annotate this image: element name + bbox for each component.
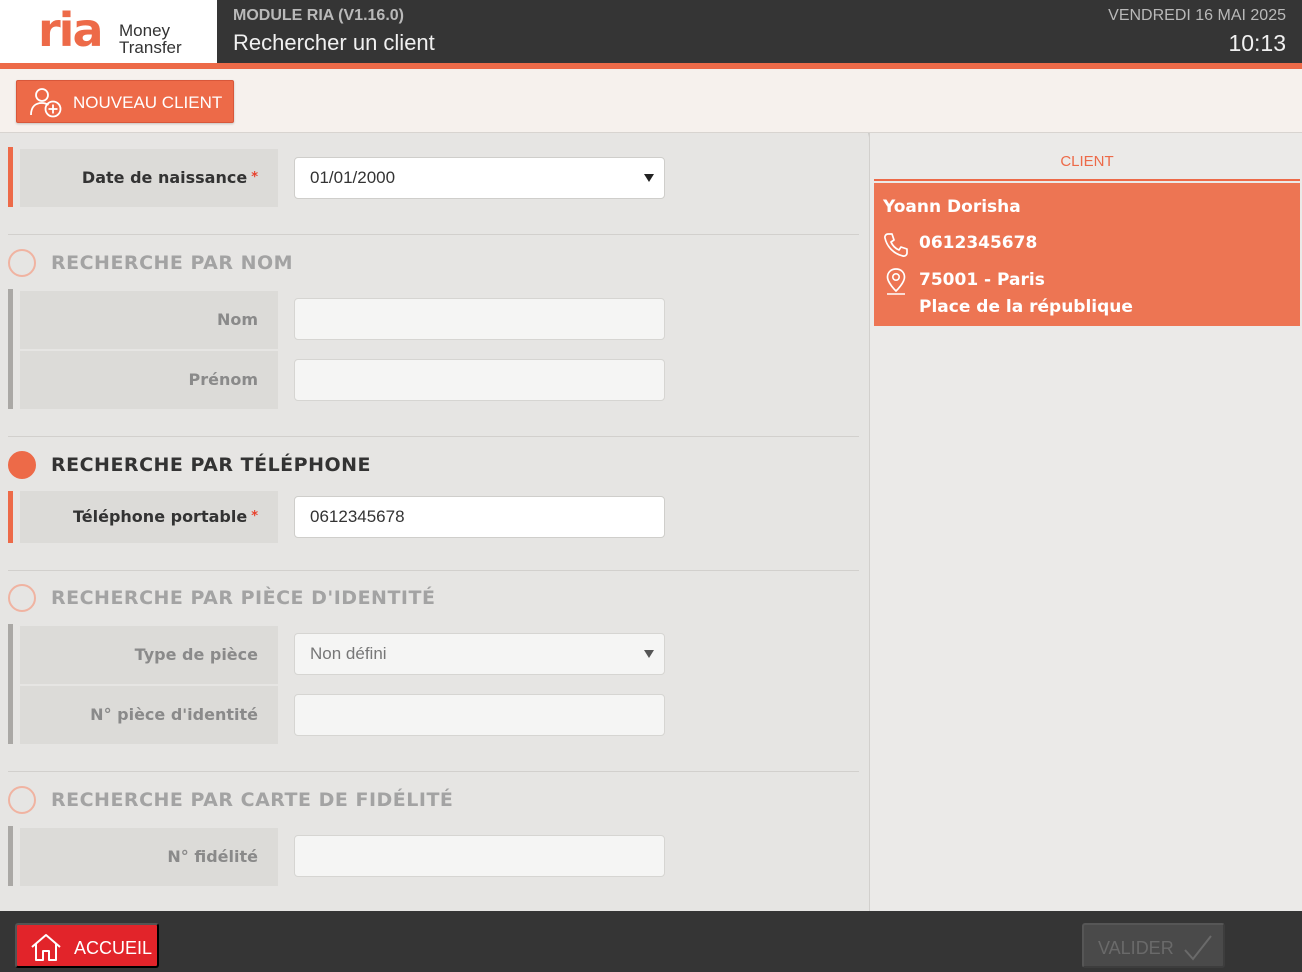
client-phone: 0612345678 xyxy=(919,233,1038,253)
id-number-label: N° pièce d'identité xyxy=(20,686,278,744)
required-marker: * xyxy=(251,509,258,524)
required-row-indicator xyxy=(8,147,13,207)
new-client-button[interactable]: NOUVEAU CLIENT xyxy=(16,80,234,123)
row-indicator xyxy=(8,289,13,409)
row-indicator xyxy=(8,624,13,744)
client-city: 75001 - Paris xyxy=(919,270,1045,290)
mobile-phone-label: Téléphone portable * xyxy=(20,491,278,543)
home-button[interactable]: ACCUEIL xyxy=(15,923,159,968)
logo-subtitle-line2: Transfer xyxy=(119,38,182,57)
ria-logo: ria Money Transfer xyxy=(0,0,217,63)
client-name: Yoann Dorisha xyxy=(883,197,1021,217)
divider xyxy=(8,570,859,571)
mobile-phone-input[interactable]: 0612345678 xyxy=(294,496,665,538)
client-panel-header: CLIENT xyxy=(874,133,1300,181)
page-title: Rechercher un client xyxy=(233,30,435,55)
client-results-panel: CLIENT Yoann Dorisha 0612345678 75001 - … xyxy=(869,133,1302,911)
home-label: ACCUEIL xyxy=(74,938,153,958)
search-form: Date de naissance * 01/01/2000 RECHERCHE … xyxy=(0,133,868,911)
birthdate-label-text: Date de naissance xyxy=(81,168,248,187)
home-icon xyxy=(31,934,61,961)
logo-subtitle: Money Transfer xyxy=(119,22,182,56)
toolbar: NOUVEAU CLIENT xyxy=(0,69,1302,133)
map-pin-icon xyxy=(886,268,906,295)
client-street: Place de la république xyxy=(919,297,1133,317)
new-client-label: NOUVEAU CLIENT xyxy=(73,93,223,112)
id-type-label: Type de pièce xyxy=(20,626,278,684)
client-result-card[interactable]: Yoann Dorisha 0612345678 75001 - Paris P… xyxy=(874,183,1300,326)
id-type-value: Non défini xyxy=(310,644,387,663)
logo-wordmark: ria xyxy=(38,3,103,57)
id-type-select[interactable]: Non défini xyxy=(294,633,665,675)
radio-search-by-id[interactable] xyxy=(8,584,36,612)
first-name-input[interactable] xyxy=(294,359,665,401)
radio-search-by-phone[interactable] xyxy=(8,451,36,479)
row-indicator xyxy=(8,826,13,886)
loyalty-number-input[interactable] xyxy=(294,835,665,877)
mobile-phone-label-text: Téléphone portable xyxy=(72,507,248,526)
last-name-input[interactable] xyxy=(294,298,665,340)
caret-down-icon xyxy=(644,650,654,658)
module-version: MODULE RIA (V1.16.0) xyxy=(233,7,404,24)
first-name-label: Prénom xyxy=(20,351,278,409)
last-name-label: Nom xyxy=(20,291,278,349)
divider xyxy=(8,771,859,772)
caret-down-icon xyxy=(644,174,654,182)
loyalty-number-label: N° fidélité xyxy=(20,828,278,886)
validate-button[interactable]: VALIDER xyxy=(1082,923,1225,968)
add-user-icon xyxy=(30,88,62,118)
current-time: 10:13 xyxy=(1228,30,1286,56)
app-header: ria Money Transfer MODULE RIA (V1.16.0) … xyxy=(0,0,1302,63)
birthdate-select[interactable]: 01/01/2000 xyxy=(294,157,665,199)
required-row-indicator xyxy=(8,491,13,543)
validate-label: VALIDER xyxy=(1098,938,1174,958)
check-icon xyxy=(1184,935,1212,961)
required-marker: * xyxy=(251,170,258,185)
section-by-name-title: RECHERCHE PAR NOM xyxy=(51,252,294,274)
radio-search-by-loyalty[interactable] xyxy=(8,786,36,814)
radio-search-by-name[interactable] xyxy=(8,249,36,277)
app-footer: ACCUEIL VALIDER xyxy=(0,911,1302,972)
section-by-id-title: RECHERCHE PAR PIÈCE D'IDENTITÉ xyxy=(51,587,436,609)
divider xyxy=(8,234,859,235)
birthdate-value: 01/01/2000 xyxy=(310,168,396,187)
divider xyxy=(8,436,859,437)
current-date: VENDREDI 16 MAI 2025 xyxy=(1108,7,1286,24)
logo-subtitle-line1: Money xyxy=(119,21,171,40)
id-number-input[interactable] xyxy=(294,694,665,736)
section-by-phone-title: RECHERCHE PAR TÉLÉPHONE xyxy=(51,454,372,476)
phone-icon xyxy=(884,233,908,257)
birthdate-label: Date de naissance * xyxy=(20,149,278,207)
section-by-loyalty-title: RECHERCHE PAR CARTE DE FIDÉLITÉ xyxy=(51,789,454,811)
